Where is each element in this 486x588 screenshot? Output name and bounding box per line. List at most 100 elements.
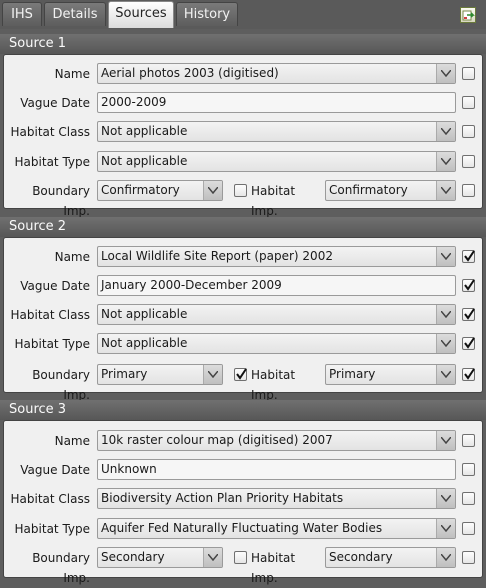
habitat-class-combo[interactable]: Not applicable: [97, 304, 456, 325]
checkmark-icon: [464, 337, 475, 349]
habitat-type-checkbox[interactable]: [462, 522, 475, 535]
checkmark-icon: [464, 279, 475, 291]
boundary-imp-checkbox[interactable]: [234, 551, 247, 564]
habitat-class-value: Not applicable: [101, 307, 188, 321]
habitat-class-label: Habitat Class: [10, 308, 90, 322]
name-value: 10k raster colour map (digitised) 2007: [101, 433, 333, 447]
chevron-down-icon[interactable]: [436, 431, 455, 450]
name-checkbox[interactable]: [462, 434, 475, 447]
boundary-imp-label: Boundary Imp.: [32, 368, 90, 402]
source-1-body: Name Aerial photos 2003 (digitised) Vagu…: [3, 54, 483, 218]
source-2-section: Source 2 Name Local Wildlife Site Report…: [0, 217, 486, 402]
name-checkbox[interactable]: [462, 250, 475, 263]
chevron-down-icon[interactable]: [436, 181, 455, 200]
boundary-imp-value: Secondary: [101, 550, 165, 564]
boundary-imp-checkbox[interactable]: [234, 184, 247, 197]
habitat-class-checkbox[interactable]: [462, 492, 475, 505]
habitat-class-checkbox[interactable]: [462, 308, 475, 321]
name-checkbox[interactable]: [462, 67, 475, 80]
boundary-imp-value: Confirmatory: [101, 183, 180, 197]
chevron-down-icon[interactable]: [436, 548, 455, 567]
boundary-imp-value: Primary: [101, 367, 148, 381]
habitat-type-label: Habitat Type: [14, 337, 90, 351]
vague-date-checkbox[interactable]: [462, 463, 475, 476]
habitat-class-combo[interactable]: Not applicable: [97, 121, 456, 142]
chevron-down-icon[interactable]: [436, 247, 455, 266]
source-3-section: Source 3 Name 10k raster colour map (dig…: [0, 400, 486, 585]
habitat-type-label: Habitat Type: [14, 155, 90, 169]
habitat-type-checkbox[interactable]: [462, 337, 475, 350]
name-value: Local Wildlife Site Report (paper) 2002: [101, 249, 333, 263]
boundary-imp-label: Boundary Imp.: [32, 184, 90, 218]
boundary-imp-combo[interactable]: Primary: [97, 364, 223, 385]
name-combo[interactable]: Local Wildlife Site Report (paper) 2002: [97, 246, 456, 267]
habitat-imp-value: Primary: [329, 367, 376, 381]
chevron-down-icon[interactable]: [203, 365, 222, 384]
chevron-down-icon[interactable]: [436, 489, 455, 508]
source-1-section: Source 1 Name Aerial photos 2003 (digiti…: [0, 34, 486, 218]
habitat-type-checkbox[interactable]: [462, 155, 475, 168]
chevron-down-icon[interactable]: [203, 548, 222, 567]
vague-date-input[interactable]: January 2000-December 2009: [97, 275, 456, 296]
tab-bar: IHS Details Sources History: [0, 0, 486, 29]
habitat-class-value: Not applicable: [101, 124, 188, 138]
source-2-body: Name Local Wildlife Site Report (paper) …: [3, 237, 483, 402]
boundary-imp-combo[interactable]: Confirmatory: [97, 180, 223, 201]
checkmark-icon: [464, 368, 475, 380]
boundary-imp-combo[interactable]: Secondary: [97, 547, 223, 568]
habitat-imp-label: Habitat Imp.: [251, 551, 296, 585]
boundary-imp-checkbox[interactable]: [234, 368, 247, 381]
export-icon[interactable]: [460, 7, 476, 23]
habitat-imp-value: Secondary: [329, 550, 393, 564]
habitat-type-label: Habitat Type: [14, 522, 90, 536]
checkmark-icon: [236, 368, 247, 380]
vague-date-checkbox[interactable]: [462, 96, 475, 109]
habitat-imp-checkbox[interactable]: [462, 184, 475, 197]
chevron-down-icon[interactable]: [436, 334, 455, 353]
chevron-down-icon[interactable]: [436, 122, 455, 141]
section-title: Source 3: [0, 400, 486, 420]
tab-details[interactable]: Details: [44, 2, 106, 26]
vague-date-input[interactable]: 2000-2009: [97, 92, 456, 113]
section-title: Source 1: [0, 34, 486, 54]
chevron-down-icon[interactable]: [436, 152, 455, 171]
habitat-imp-combo[interactable]: Primary: [325, 364, 456, 385]
habitat-imp-combo[interactable]: Confirmatory: [325, 180, 456, 201]
chevron-down-icon[interactable]: [436, 365, 455, 384]
chevron-down-icon[interactable]: [436, 64, 455, 83]
name-label: Name: [54, 250, 90, 264]
chevron-down-icon[interactable]: [436, 519, 455, 538]
tab-ihs[interactable]: IHS: [2, 2, 42, 26]
name-combo[interactable]: 10k raster colour map (digitised) 2007: [97, 430, 456, 451]
boundary-imp-label: Boundary Imp.: [32, 551, 90, 585]
chevron-down-icon[interactable]: [203, 181, 222, 200]
habitat-class-combo[interactable]: Biodiversity Action Plan Priority Habita…: [97, 488, 456, 509]
name-label: Name: [54, 67, 90, 81]
tab-sources[interactable]: Sources: [108, 1, 174, 28]
habitat-imp-label: Habitat Imp.: [251, 184, 296, 218]
habitat-class-checkbox[interactable]: [462, 125, 475, 138]
habitat-imp-combo[interactable]: Secondary: [325, 547, 456, 568]
tab-history[interactable]: History: [176, 2, 238, 26]
habitat-imp-checkbox[interactable]: [462, 551, 475, 564]
habitat-imp-value: Confirmatory: [329, 183, 408, 197]
chevron-down-icon[interactable]: [436, 305, 455, 324]
vague-date-input[interactable]: Unknown: [97, 459, 456, 480]
habitat-imp-checkbox[interactable]: [462, 368, 475, 381]
name-value: Aerial photos 2003 (digitised): [101, 66, 279, 80]
habitat-type-value: Not applicable: [101, 336, 188, 350]
habitat-class-label: Habitat Class: [10, 492, 90, 506]
habitat-imp-label: Habitat Imp.: [251, 368, 296, 402]
habitat-type-value: Not applicable: [101, 154, 188, 168]
name-combo[interactable]: Aerial photos 2003 (digitised): [97, 63, 456, 84]
habitat-type-value: Aquifer Fed Naturally Fluctuating Water …: [101, 521, 383, 535]
vague-date-label: Vague Date: [20, 463, 90, 477]
name-label: Name: [54, 434, 90, 448]
vague-date-checkbox[interactable]: [462, 279, 475, 292]
habitat-type-combo[interactable]: Aquifer Fed Naturally Fluctuating Water …: [97, 518, 456, 539]
source-3-body: Name 10k raster colour map (digitised) 2…: [3, 420, 483, 585]
vague-date-label: Vague Date: [20, 279, 90, 293]
habitat-type-combo[interactable]: Not applicable: [97, 333, 456, 354]
section-title: Source 2: [0, 217, 486, 237]
habitat-type-combo[interactable]: Not applicable: [97, 151, 456, 172]
